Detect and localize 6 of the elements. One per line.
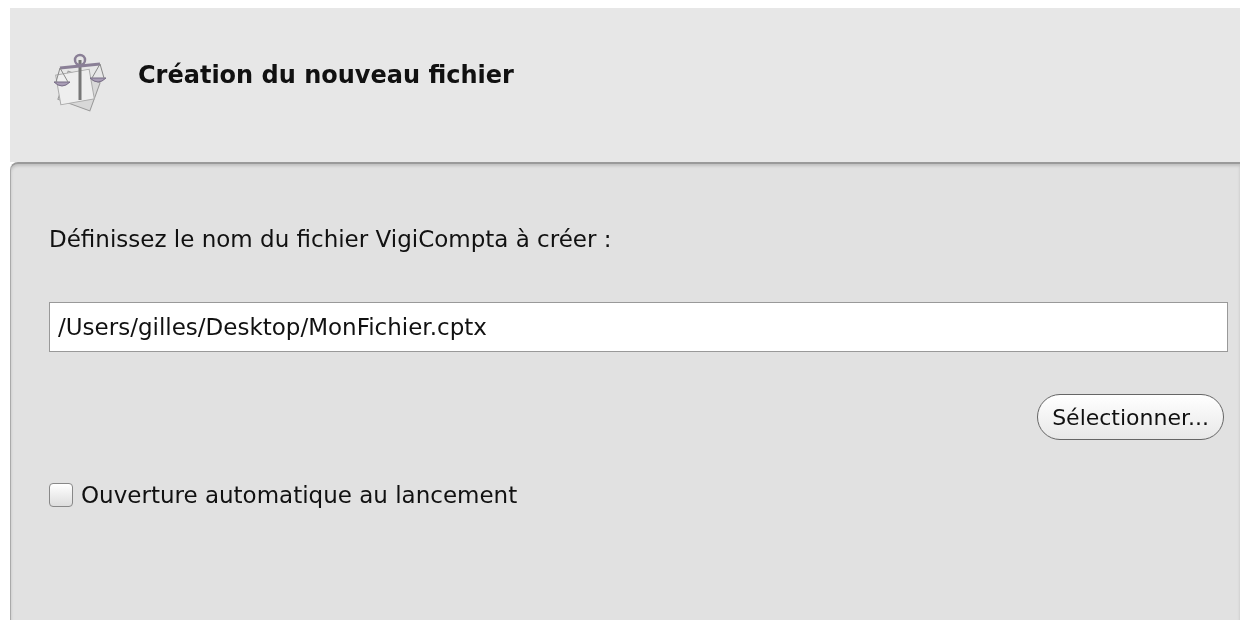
dialog-title: Création du nouveau fichier bbox=[138, 61, 514, 89]
path-field[interactable]: /Users/gilles/Desktop/MonFichier.cptx bbox=[49, 302, 1228, 352]
select-button[interactable]: Sélectionner... bbox=[1037, 394, 1224, 440]
prompt-text: Définissez le nom du fichier VigiCompta à créer : bbox=[49, 226, 613, 252]
checkbox-label: Ouverture automatique au lancement bbox=[81, 482, 518, 508]
checkbox[interactable] bbox=[49, 483, 73, 507]
